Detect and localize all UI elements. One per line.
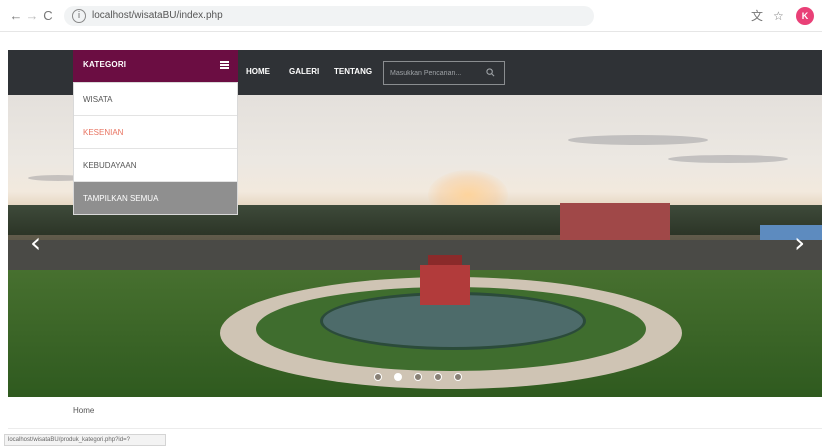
breadcrumb[interactable]: Home (73, 406, 94, 415)
search-input[interactable] (390, 67, 480, 80)
carousel-next-icon[interactable]: › (794, 229, 805, 257)
dropdown-item-show-all[interactable]: TAMPILKAN SEMUA (74, 182, 237, 214)
status-bar-url: localhost/wisataBU/produk_kategori.php?i… (4, 434, 166, 446)
category-label: KATEGORI (83, 60, 127, 69)
cloud (668, 155, 788, 163)
monument (420, 265, 470, 305)
reload-icon[interactable]: C (40, 8, 56, 24)
address-bar[interactable]: i localhost/wisataBU/index.php (64, 6, 594, 26)
browser-toolbar: ← → C i localhost/wisataBU/index.php 文 ☆… (0, 0, 822, 32)
cloud (568, 135, 708, 145)
carousel-prev-icon[interactable]: ‹ (30, 229, 41, 257)
translate-icon[interactable]: 文 (751, 8, 763, 24)
back-icon[interactable]: ← (8, 8, 24, 24)
nav-galeri[interactable]: GALERI (289, 67, 319, 76)
dropdown-item-wisata[interactable]: WISATA (74, 83, 237, 116)
divider (8, 428, 822, 429)
profile-avatar[interactable]: K (796, 7, 814, 25)
info-icon[interactable]: i (72, 9, 86, 23)
dropdown-item-kebudayaan[interactable]: KEBUDAYAAN (74, 149, 237, 182)
building (560, 203, 670, 243)
hamburger-icon[interactable] (220, 61, 229, 69)
address-url[interactable]: localhost/wisataBU/index.php (92, 10, 223, 21)
category-dropdown: WISATA KESENIAN KEBUDAYAAN TAMPILKAN SEM… (73, 82, 238, 215)
star-icon[interactable]: ☆ (773, 8, 784, 24)
dropdown-item-kesenian[interactable]: KESENIAN (74, 116, 237, 149)
carousel-dot[interactable] (454, 373, 462, 381)
carousel-dot[interactable] (434, 373, 442, 381)
search-icon[interactable] (486, 68, 495, 77)
carousel-indicators (374, 373, 474, 383)
carousel-dot-active[interactable] (394, 373, 402, 381)
search-box (383, 61, 505, 85)
carousel-dot[interactable] (414, 373, 422, 381)
nav-home[interactable]: HOME (246, 67, 270, 76)
nav-tentang[interactable]: TENTANG (334, 67, 372, 76)
forward-icon[interactable]: → (24, 8, 40, 24)
category-menu-toggle[interactable]: KATEGORI (73, 50, 238, 82)
carousel-dot[interactable] (374, 373, 382, 381)
